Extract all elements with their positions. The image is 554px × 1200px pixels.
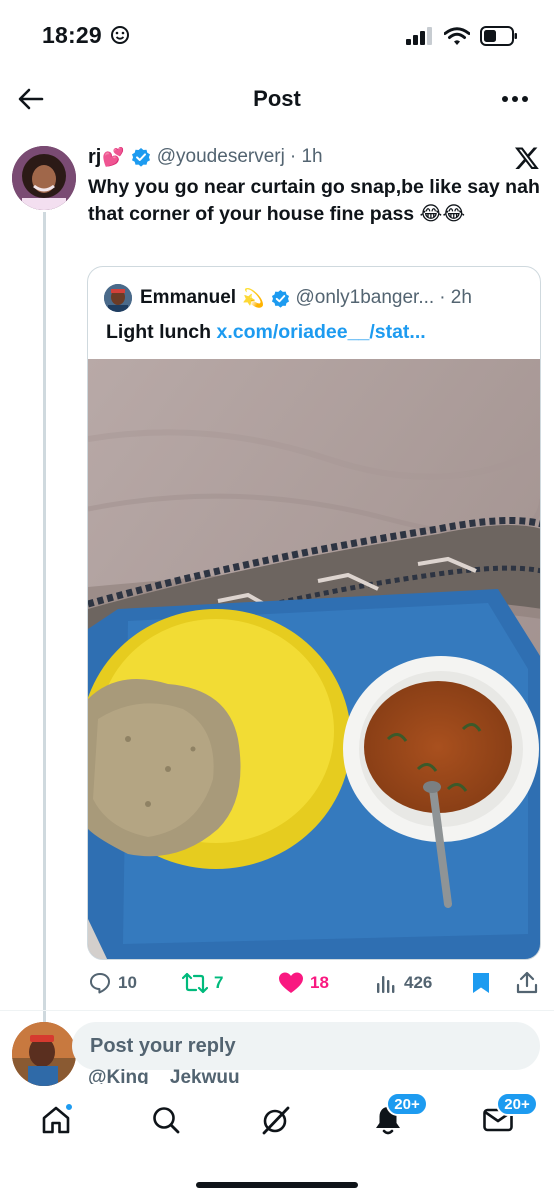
like-count: 18 <box>310 973 329 992</box>
search-icon <box>153 1107 180 1134</box>
quoted-post-card[interactable]: Emmanuel 💫 @only1banger... · 2h Light lu… <box>87 266 541 960</box>
nav-grok[interactable] <box>254 1098 298 1142</box>
nav-notifications[interactable]: 20+ <box>366 1092 428 1142</box>
messages-badge: 20+ <box>496 1092 538 1116</box>
more-dots-icon <box>502 96 528 102</box>
repost-button[interactable]: 7 <box>182 966 223 1000</box>
post-time: · 1h <box>289 146 323 167</box>
views-button[interactable]: 426 <box>374 966 432 1000</box>
nav-messages[interactable]: 20+ <box>476 1092 538 1142</box>
quoted-post-time: · 2h <box>439 287 472 308</box>
reply-button[interactable]: 10 <box>88 966 137 1000</box>
repost-icon <box>182 972 208 994</box>
page-title: Post <box>253 86 301 111</box>
post-header: Post <box>0 72 554 126</box>
home-unread-dot <box>64 1102 74 1112</box>
post-actions-bar: 10 7 18 426 <box>86 966 542 1000</box>
x-logo-icon <box>514 145 540 171</box>
verified-badge-icon <box>131 148 150 167</box>
author-name[interactable]: rj <box>88 146 101 169</box>
thread-connector-line <box>43 212 46 1024</box>
divider <box>0 1010 554 1011</box>
reply-input[interactable]: Post your reply <box>72 1022 540 1070</box>
wifi-icon <box>444 26 470 45</box>
post-text: Why you go near curtain go snap,be like … <box>88 176 540 225</box>
grok-icon <box>262 1106 290 1135</box>
bookmark-filled-icon <box>473 973 489 993</box>
views-bar-chart-icon <box>377 976 395 993</box>
focus-face-icon <box>111 26 130 44</box>
more-options-button[interactable] <box>498 82 532 116</box>
reply-author-avatar[interactable] <box>12 1022 76 1086</box>
quoted-post-meta: Emmanuel 💫 @only1banger... · 2h <box>104 283 528 313</box>
home-indicator <box>196 1182 358 1188</box>
verified-badge-icon <box>271 289 289 308</box>
notifications-badge: 20+ <box>386 1092 428 1116</box>
quoted-post-photo[interactable] <box>88 359 540 959</box>
reply-count: 10 <box>118 973 137 992</box>
quoted-author-emoji: 💫 <box>242 287 265 308</box>
reply-peek-text: @King__Jekwuu <box>88 1067 240 1084</box>
bookmark-button[interactable] <box>470 966 492 1000</box>
author-avatar[interactable] <box>12 146 76 210</box>
cellular-signal-icon <box>406 27 432 45</box>
reply-bubble-icon <box>90 973 110 994</box>
quoted-post-link[interactable]: x.com/oriadee__/stat... <box>216 321 425 343</box>
status-bar: 18:29 <box>0 0 554 72</box>
heart-filled-icon <box>279 972 303 993</box>
views-count: 426 <box>404 973 433 992</box>
repost-count: 7 <box>214 973 224 992</box>
share-button[interactable] <box>516 966 538 1000</box>
share-upload-icon <box>516 971 538 994</box>
quoted-author-name: Emmanuel <box>140 287 237 308</box>
author-emoji: 💕 <box>102 146 125 167</box>
post-meta: rj 💕 @youdeserverj · 1h <box>88 143 528 171</box>
quoted-author-handle: @only1banger... <box>295 287 435 308</box>
quoted-post-text: Light lunch x.com/oriadee__/stat... <box>106 321 426 343</box>
like-button[interactable]: 18 <box>278 966 329 1000</box>
battery-icon <box>480 26 517 46</box>
status-time: 18:29 <box>42 22 130 49</box>
nav-explore[interactable] <box>144 1098 188 1142</box>
author-handle[interactable]: @youdeserverj <box>157 146 285 168</box>
quoted-author-avatar <box>104 284 132 312</box>
nav-home[interactable] <box>34 1098 78 1142</box>
